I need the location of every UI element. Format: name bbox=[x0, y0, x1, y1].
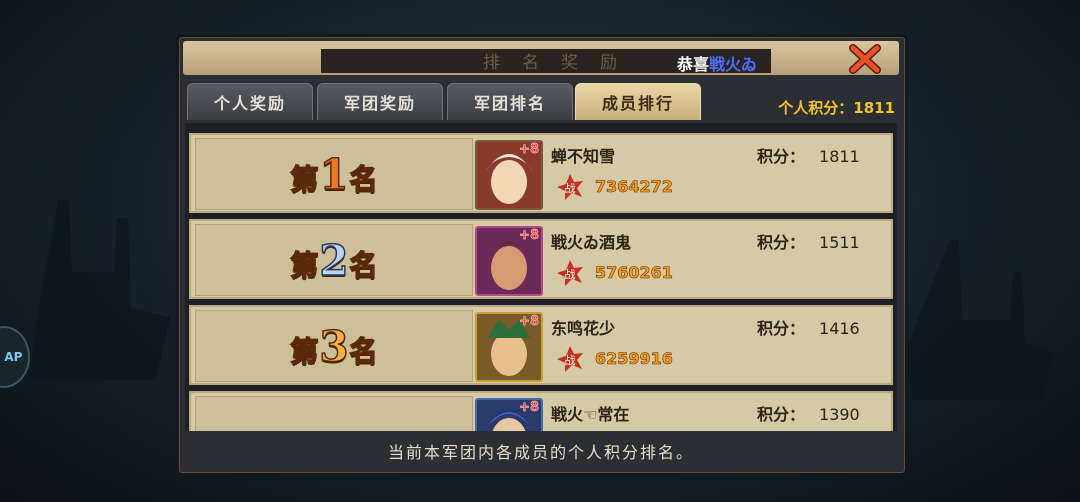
rank-badge: 第1名 bbox=[195, 138, 473, 210]
rank-badge: 第3名 bbox=[195, 310, 473, 382]
battle-power: 5760261 bbox=[595, 263, 674, 283]
score-group: 积分： 1416 bbox=[757, 315, 860, 339]
rank-badge: 第2名 bbox=[195, 224, 473, 296]
marquee-prefix: 恭喜 bbox=[677, 55, 710, 74]
background-ship-right bbox=[905, 240, 1055, 400]
battle-power: 6259916 bbox=[595, 349, 674, 369]
enhance-level: +8 bbox=[519, 314, 539, 329]
member-name: 戦火☜常在 bbox=[551, 405, 630, 424]
member-avatar[interactable]: +8 bbox=[475, 312, 543, 382]
rank-suffix: 名 bbox=[349, 334, 379, 369]
ranking-list[interactable]: 第1名 +8 蝉不知雪 战 7364272 积分： 1811 第2名 +8 戦火ゐ… bbox=[185, 123, 897, 431]
tab-legion-ranking[interactable]: 军团排名 bbox=[447, 83, 573, 120]
power-icon-glyph: 战 bbox=[565, 268, 576, 281]
rank-badge: 4 bbox=[195, 396, 473, 431]
ranking-row[interactable]: 第2名 +8 戦火ゐ酒鬼 战 5760261 积分： 1511 bbox=[189, 219, 893, 299]
ranking-row[interactable]: 4 +8 戦火☜常在 积分： 1390 bbox=[189, 391, 893, 431]
score-group: 积分： 1390 bbox=[757, 401, 860, 425]
rank-number: 2 bbox=[319, 235, 350, 286]
rank-number: 1 bbox=[319, 149, 350, 200]
member-name: 蝉不知雪 bbox=[551, 147, 616, 166]
ranking-row[interactable]: 第3名 +8 东鸣花少 战 6259916 积分： 1416 bbox=[189, 305, 893, 385]
close-icon bbox=[849, 44, 881, 74]
score-group: 积分： 1511 bbox=[757, 229, 860, 253]
member-name: 戦火ゐ酒鬼 bbox=[551, 233, 632, 252]
power-icon-glyph: 战 bbox=[565, 182, 576, 195]
battle-power-icon: 战 bbox=[557, 260, 583, 286]
rank-number: 3 bbox=[319, 321, 350, 372]
member-name: 东鸣花少 bbox=[551, 319, 616, 338]
battle-power-icon: 战 bbox=[557, 346, 583, 372]
ranking-row[interactable]: 第1名 +8 蝉不知雪 战 7364272 积分： 1811 bbox=[189, 133, 893, 213]
battle-power-icon: 战 bbox=[557, 174, 583, 200]
rank-suffix: 名 bbox=[349, 248, 379, 283]
ranking-description: 当前本军团内各成员的个人积分排名。 bbox=[387, 443, 694, 462]
background-ship-left bbox=[30, 200, 170, 380]
rank-prefix: 第 bbox=[290, 162, 320, 197]
rank-number: 4 bbox=[319, 429, 350, 431]
tab-member-ranking[interactable]: 成员排行 bbox=[575, 83, 701, 120]
side-logo-badge[interactable]: JO AP bbox=[0, 326, 30, 388]
score-value: 1390 bbox=[819, 405, 860, 424]
member-avatar[interactable]: +8 bbox=[475, 140, 543, 210]
power-icon-glyph: 战 bbox=[565, 354, 576, 367]
score-label: 积分： bbox=[757, 319, 806, 338]
member-avatar[interactable]: +8 bbox=[475, 226, 543, 296]
score-value: 1511 bbox=[819, 233, 860, 252]
score-value: 1416 bbox=[819, 319, 860, 338]
score-value: 1811 bbox=[819, 147, 860, 166]
score-label: 积分： bbox=[757, 147, 806, 166]
score-group: 积分： 1811 bbox=[757, 143, 860, 167]
close-button[interactable] bbox=[847, 43, 883, 75]
battle-power: 7364272 bbox=[595, 177, 674, 197]
score-label: 积分： bbox=[757, 233, 806, 252]
personal-score: 个人积分：1811 bbox=[778, 99, 895, 117]
tab-legion-reward[interactable]: 军团奖励 bbox=[317, 83, 443, 120]
rank-prefix: 第 bbox=[290, 248, 320, 283]
enhance-level: +8 bbox=[519, 142, 539, 157]
enhance-level: +8 bbox=[519, 228, 539, 243]
enhance-level: +8 bbox=[519, 400, 539, 415]
marquee-highlight: 戦火ゐ bbox=[709, 55, 758, 74]
title-bar: 排名奖励 恭喜戦火ゐ bbox=[183, 41, 899, 75]
ranking-reward-panel: 排名奖励 恭喜戦火ゐ 个人奖励 军团奖励 军团排名 成员排行 个人积分：1811… bbox=[176, 34, 908, 476]
member-avatar[interactable]: +8 bbox=[475, 398, 543, 431]
score-label: 积分： bbox=[757, 405, 806, 424]
rank-suffix: 名 bbox=[349, 162, 379, 197]
tab-personal-reward[interactable]: 个人奖励 bbox=[187, 83, 313, 120]
panel-title: 排名奖励 bbox=[483, 53, 639, 73]
announcement-marquee: 恭喜戦火ゐ bbox=[677, 51, 757, 75]
rank-prefix: 第 bbox=[290, 334, 320, 369]
